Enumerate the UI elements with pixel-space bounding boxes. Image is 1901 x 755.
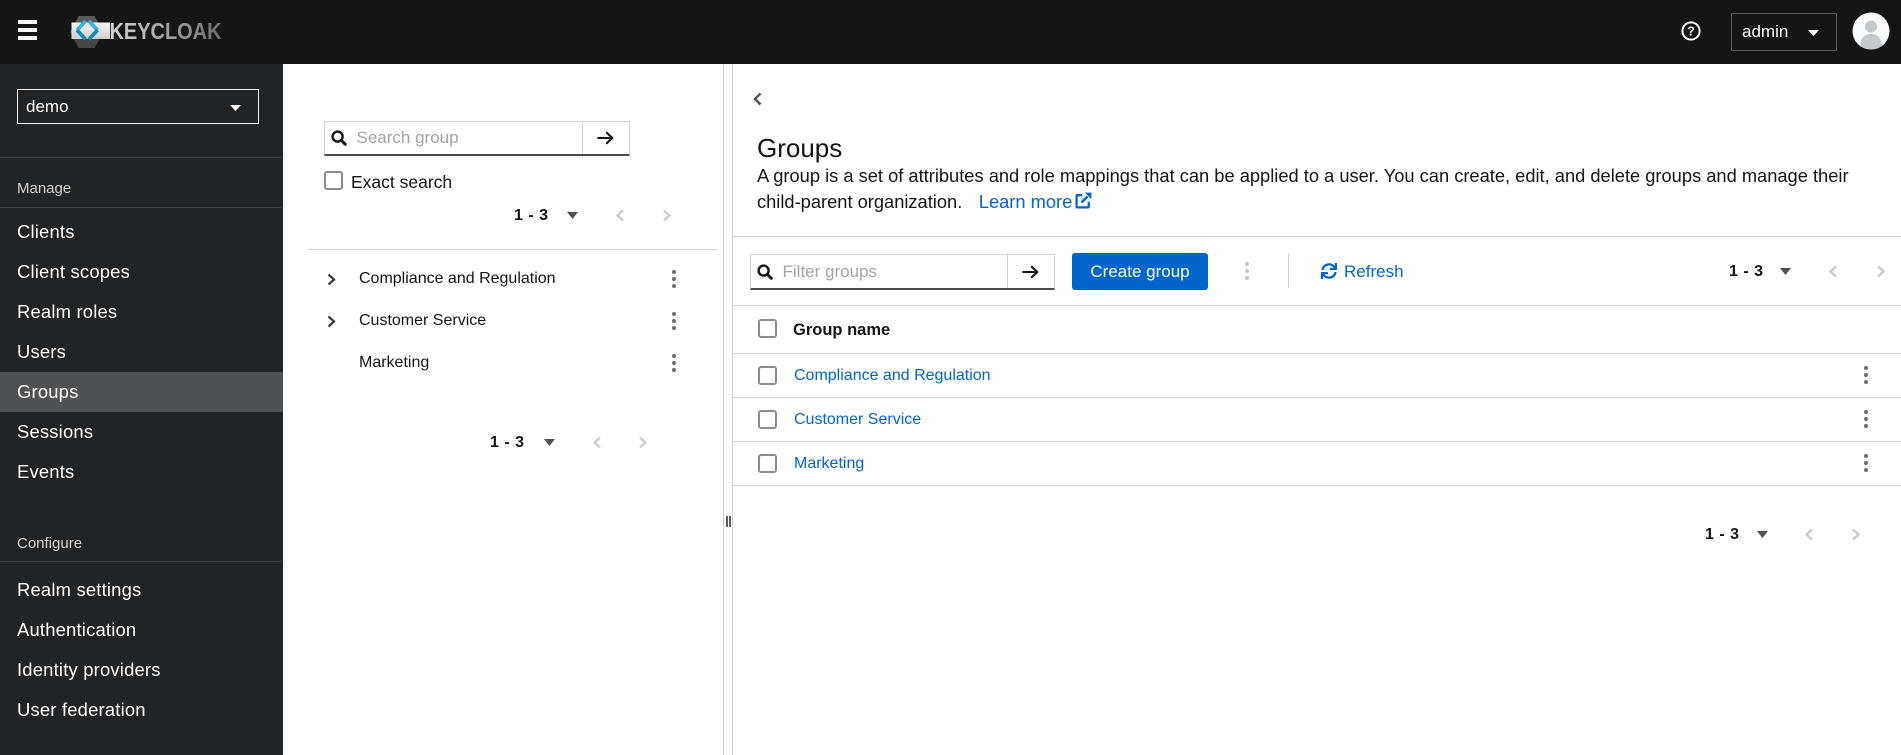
svg-text:KEYCLOAK: KEYCLOAK <box>110 18 222 44</box>
svg-text:?: ? <box>1687 24 1695 38</box>
